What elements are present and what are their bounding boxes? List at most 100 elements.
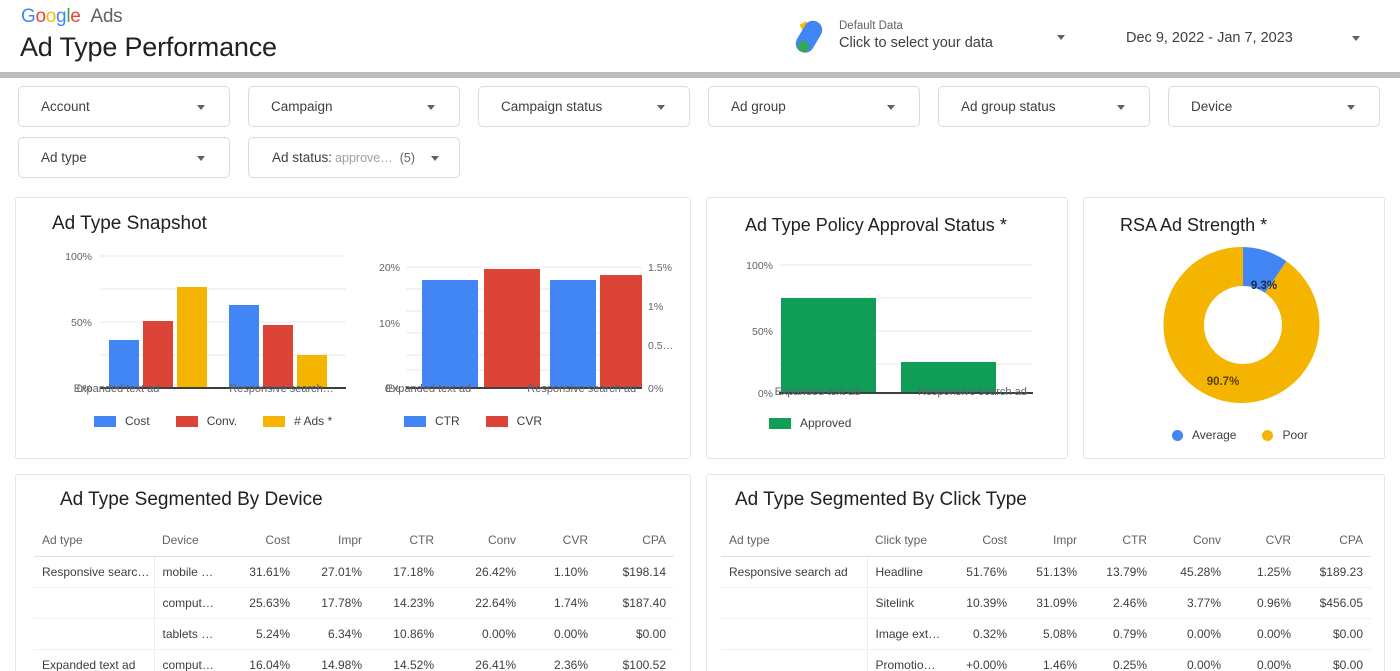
filter-account[interactable]: Account: [18, 86, 230, 127]
cell-cvr: 0.00%: [524, 619, 596, 650]
table-row[interactable]: Responsive searc… mobile … 31.61% 27.01%…: [34, 557, 674, 588]
ctr-cvr-chart[interactable]: 20% 10% 0% 1.5% 1% 0.5… 0%: [354, 248, 684, 393]
col-conv[interactable]: Conv: [1155, 527, 1229, 557]
legend-item-cost[interactable]: Cost: [94, 414, 150, 428]
data-source-selector[interactable]: Default Data Click to select your data: [795, 18, 993, 54]
filter-ad-type-chevron-down-icon[interactable]: [197, 156, 205, 161]
cell-cpa: $198.14: [596, 557, 674, 588]
filter-ad-type[interactable]: Ad type: [18, 137, 230, 178]
cell-cpa: $0.00: [1299, 619, 1371, 650]
segmented-by-click-type-table[interactable]: Ad type Click type Cost Impr CTR Conv CV…: [721, 527, 1371, 671]
cell-click-type: Headline: [867, 557, 945, 588]
svg-text:20%: 20%: [379, 262, 400, 274]
cell-impr: 5.08%: [1015, 619, 1085, 650]
legend-swatch-approved: [769, 418, 791, 429]
filter-campaign-label: Campaign: [271, 99, 333, 114]
legend-item-ctr[interactable]: CTR: [404, 414, 460, 428]
filter-device[interactable]: Device: [1168, 86, 1380, 127]
cell-conv: 0.00%: [442, 619, 524, 650]
svg-text:9.3%: 9.3%: [1251, 280, 1277, 292]
col-cvr[interactable]: CVR: [524, 527, 596, 557]
card-segmented-by-click-type: Ad Type Segmented By Click Type Ad type …: [706, 474, 1385, 671]
col-impr[interactable]: Impr: [298, 527, 370, 557]
filter-campaign-chevron-down-icon[interactable]: [427, 105, 435, 110]
col-ctr[interactable]: CTR: [370, 527, 442, 557]
filter-row-1: Account Campaign Campaign status Ad grou…: [0, 86, 1400, 127]
table-row[interactable]: Promotio… +0.00% 1.46% 0.25% 0.00% 0.00%…: [721, 650, 1371, 671]
dashboard-page: Google Ads Ad Type Performance Default D…: [0, 0, 1400, 671]
filter-ad-status-count: (5): [400, 151, 415, 165]
policy-approval-legend[interactable]: Approved: [769, 416, 851, 430]
table-row[interactable]: Expanded text ad comput… 16.04% 14.98% 1…: [34, 650, 674, 671]
cell-conv: 0.00%: [1155, 650, 1229, 671]
filter-ad-status[interactable]: Ad status: approve… (5): [248, 137, 460, 178]
ad-type-snapshot-cat-1: Responsive search…: [199, 383, 364, 395]
cell-click-type: Image ext…: [867, 619, 945, 650]
legend-swatch-ctr: [404, 416, 426, 427]
cell-conv: 45.28%: [1155, 557, 1229, 588]
col-cost[interactable]: Cost: [226, 527, 298, 557]
filter-campaign-status-chevron-down-icon[interactable]: [657, 105, 665, 110]
legend-label-average: Average: [1192, 428, 1236, 442]
cell-ctr: 0.79%: [1085, 619, 1155, 650]
filter-ad-status-chevron-down-icon[interactable]: [431, 156, 439, 161]
col-click-type[interactable]: Click type: [867, 527, 945, 557]
policy-approval-chart[interactable]: 100% 50% 0%: [721, 253, 1051, 398]
legend-item-poor[interactable]: Poor: [1262, 428, 1307, 442]
filter-ad-group-chevron-down-icon[interactable]: [887, 105, 895, 110]
col-conv[interactable]: Conv: [442, 527, 524, 557]
col-device[interactable]: Device: [154, 527, 226, 557]
card-segmented-by-device: Ad Type Segmented By Device Ad type Devi…: [15, 474, 691, 671]
filter-ad-type-label: Ad type: [41, 150, 87, 165]
cell-ctr: 0.25%: [1085, 650, 1155, 671]
cell-ad-type: [721, 650, 867, 671]
legend-swatch-cvr: [486, 416, 508, 427]
cell-device: mobile …: [154, 557, 226, 588]
filter-device-chevron-down-icon[interactable]: [1347, 105, 1355, 110]
col-impr[interactable]: Impr: [1015, 527, 1085, 557]
data-source-chevron-down-icon[interactable]: [1057, 35, 1065, 40]
svg-text:50%: 50%: [752, 326, 773, 338]
filter-ad-group-status-chevron-down-icon[interactable]: [1117, 105, 1125, 110]
cell-cvr: 1.10%: [524, 557, 596, 588]
col-ad-type[interactable]: Ad type: [34, 527, 154, 557]
col-ad-type[interactable]: Ad type: [721, 527, 867, 557]
cell-conv: 26.42%: [442, 557, 524, 588]
date-range-chevron-down-icon[interactable]: [1352, 36, 1360, 41]
legend-dot-poor: [1262, 430, 1273, 441]
filter-ad-group-status[interactable]: Ad group status: [938, 86, 1150, 127]
cell-cost: 51.76%: [945, 557, 1015, 588]
legend-item-num-ads[interactable]: # Ads *: [263, 414, 332, 428]
filter-account-chevron-down-icon[interactable]: [197, 105, 205, 110]
table-row[interactable]: comput… 25.63% 17.78% 14.23% 22.64% 1.74…: [34, 588, 674, 619]
legend-item-cvr[interactable]: CVR: [486, 414, 542, 428]
legend-item-conv[interactable]: Conv.: [176, 414, 237, 428]
ad-type-snapshot-chart[interactable]: 100% 50% 0%: [34, 248, 364, 393]
legend-dot-average: [1172, 430, 1183, 441]
ad-type-snapshot-title: Ad Type Snapshot: [52, 213, 207, 235]
col-cpa[interactable]: CPA: [596, 527, 674, 557]
col-cvr[interactable]: CVR: [1229, 527, 1299, 557]
table-row[interactable]: Image ext… 0.32% 5.08% 0.79% 0.00% 0.00%…: [721, 619, 1371, 650]
col-cost[interactable]: Cost: [945, 527, 1015, 557]
filter-campaign[interactable]: Campaign: [248, 86, 460, 127]
cell-ad-type: [34, 619, 154, 650]
cell-cost: 0.32%: [945, 619, 1015, 650]
filter-ad-group[interactable]: Ad group: [708, 86, 920, 127]
col-cpa[interactable]: CPA: [1299, 527, 1371, 557]
table-row[interactable]: tablets … 5.24% 6.34% 10.86% 0.00% 0.00%…: [34, 619, 674, 650]
rsa-ad-strength-donut-chart[interactable]: 9.3% 90.7%: [1160, 242, 1326, 408]
table-row[interactable]: Responsive search ad Headline 51.76% 51.…: [721, 557, 1371, 588]
date-range-label[interactable]: Dec 9, 2022 - Jan 7, 2023: [1126, 30, 1293, 46]
ad-type-snapshot-legend: Cost Conv. # Ads *: [94, 414, 332, 428]
card-policy-approval: Ad Type Policy Approval Status * 100% 50…: [706, 197, 1068, 459]
legend-item-average[interactable]: Average: [1172, 428, 1236, 442]
col-ctr[interactable]: CTR: [1085, 527, 1155, 557]
table-row[interactable]: Sitelink 10.39% 31.09% 2.46% 3.77% 0.96%…: [721, 588, 1371, 619]
legend-label-cvr: CVR: [517, 414, 542, 428]
cell-cost: 31.61%: [226, 557, 298, 588]
segmented-by-device-table[interactable]: Ad type Device Cost Impr CTR Conv CVR CP…: [34, 527, 674, 671]
filter-campaign-status[interactable]: Campaign status: [478, 86, 690, 127]
svg-text:100%: 100%: [65, 251, 92, 263]
card-rsa-ad-strength: RSA Ad Strength * 9.3% 90.7% Average Poo…: [1083, 197, 1385, 459]
